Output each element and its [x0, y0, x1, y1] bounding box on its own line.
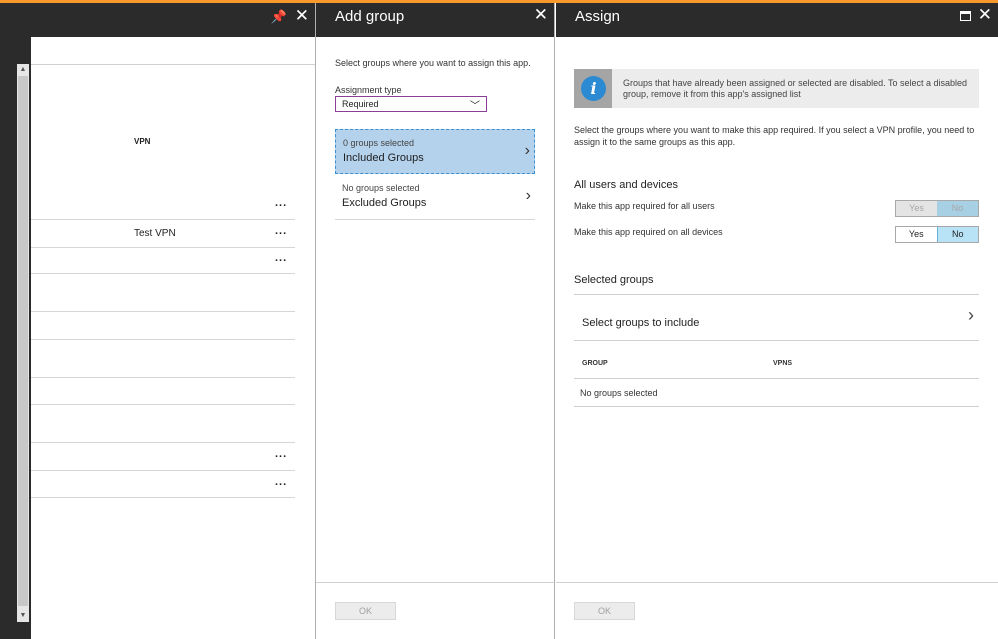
more-options-icon[interactable]: ... [275, 252, 287, 264]
group-column-header: GROUP [582, 360, 608, 367]
add-group-blade: Add group ✕ Select groups where you want… [316, 3, 554, 639]
close-icon[interactable]: ✕ [295, 6, 309, 26]
ok-button[interactable]: OK [574, 602, 635, 620]
table-row[interactable] [31, 312, 295, 340]
all-devices-toggle[interactable]: Yes No [895, 226, 979, 243]
no-option[interactable]: No [936, 227, 978, 242]
table-row[interactable]: ... [31, 471, 295, 498]
add-group-description: Select groups where you want to assign t… [335, 58, 531, 68]
chevron-right-icon: › [525, 187, 531, 204]
vpns-column-header: VPNS [773, 360, 793, 367]
table-row[interactable] [31, 405, 295, 443]
assign-description: Select the groups where you want to make… [574, 125, 975, 147]
assign-blade: Assign ✕ i Groups that have already been… [556, 3, 998, 639]
assignment-type-dropdown[interactable]: Required ﹀ [335, 96, 487, 112]
all-users-devices-heading: All users and devices [574, 179, 678, 191]
info-banner: i Groups that have already been assigned… [574, 69, 979, 108]
ok-button[interactable]: OK [335, 602, 396, 620]
close-icon[interactable]: ✕ [534, 5, 548, 25]
table-row[interactable]: ... [31, 192, 295, 220]
all-users-label: Make this app required for all users [574, 201, 715, 211]
scroll-down-arrow-icon[interactable]: ▼ [17, 610, 29, 622]
table-row[interactable]: Test VPN ... [31, 220, 295, 248]
all-users-toggle: Yes No [895, 200, 979, 217]
yes-option: Yes [909, 203, 924, 213]
blade-title: Assign [575, 8, 621, 25]
scroll-up-arrow-icon[interactable]: ▲ [17, 64, 29, 76]
app-list-blade: 📌 ✕ VPN ... Test VPN ... ... ... ... [31, 3, 315, 639]
included-label: Included Groups [343, 152, 424, 164]
more-options-icon[interactable]: ... [275, 197, 287, 209]
select-groups-link[interactable]: Select groups to include [582, 317, 699, 329]
pin-icon[interactable]: 📌 [271, 9, 287, 25]
chevron-right-icon: › [524, 142, 530, 159]
blade-header: Assign ✕ [556, 3, 998, 37]
excluded-count: No groups selected [342, 183, 420, 193]
divider [574, 378, 979, 379]
vertical-scrollbar[interactable]: ▲ ▼ [17, 64, 29, 622]
excluded-groups-item[interactable]: No groups selected Excluded Groups › [335, 175, 535, 220]
more-options-icon[interactable]: ... [275, 225, 287, 237]
close-icon[interactable]: ✕ [978, 5, 992, 25]
table-row[interactable]: ... [31, 247, 295, 274]
assignment-type-value: Required [342, 99, 379, 109]
blade-header: 📌 ✕ [31, 3, 315, 37]
blade-title: Add group [335, 8, 405, 25]
selected-groups-heading: Selected groups [574, 274, 654, 286]
chevron-right-icon[interactable]: › [968, 305, 974, 326]
info-icon-box: i [574, 69, 612, 108]
excluded-label: Excluded Groups [342, 197, 427, 209]
divider [574, 294, 979, 295]
table-row[interactable]: ... [31, 443, 295, 471]
vpn-column-header: VPN [134, 137, 151, 146]
divider [574, 406, 979, 407]
no-option: No [937, 201, 978, 216]
divider [574, 340, 979, 341]
blade-divider [554, 3, 555, 639]
table-row[interactable] [31, 378, 295, 405]
chevron-down-icon: ﹀ [470, 101, 480, 112]
footer-divider [556, 582, 998, 583]
blade-header: Add group ✕ [316, 3, 554, 37]
included-count: 0 groups selected [343, 138, 415, 148]
scrollbar-thumb[interactable] [18, 76, 28, 606]
maximize-icon[interactable] [960, 11, 971, 21]
table-row[interactable] [31, 274, 295, 312]
included-groups-item[interactable]: 0 groups selected Included Groups › [335, 129, 535, 174]
more-options-icon[interactable]: ... [275, 448, 287, 460]
yes-option[interactable]: Yes [896, 227, 937, 242]
info-text: Groups that have already been assigned o… [623, 78, 968, 99]
empty-groups-text: No groups selected [580, 388, 658, 398]
assignment-type-label: Assignment type [335, 85, 402, 95]
all-devices-label: Make this app required on all devices [574, 227, 723, 237]
blade-toolbar [31, 37, 315, 65]
footer-divider [316, 582, 554, 583]
vpn-cell: Test VPN [134, 228, 176, 239]
info-icon: i [581, 76, 606, 101]
more-options-icon[interactable]: ... [275, 476, 287, 488]
table-row[interactable] [31, 340, 295, 378]
